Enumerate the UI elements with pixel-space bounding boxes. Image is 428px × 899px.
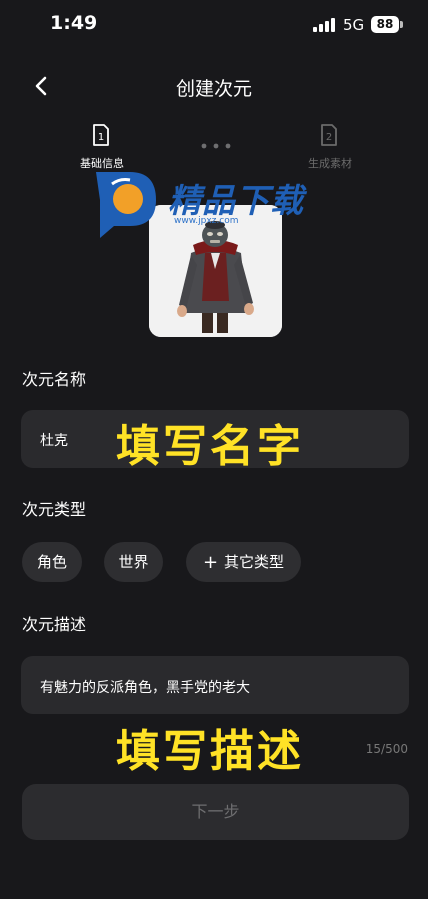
status-time: 1:49 — [50, 12, 98, 34]
type-chip-world[interactable]: 世界 — [104, 542, 163, 582]
name-section-label: 次元名称 — [22, 370, 87, 389]
type-chip-role[interactable]: 角色 — [22, 542, 82, 582]
step-2-label: 生成素材 — [308, 157, 352, 170]
next-step-button[interactable]: 下一步 — [22, 784, 409, 840]
type-section-label: 次元类型 — [22, 500, 87, 519]
description-char-counter: 15/500 — [365, 742, 408, 756]
page-title: 创建次元 — [175, 78, 252, 100]
network-type: 5G — [343, 16, 365, 34]
signal-icon — [313, 18, 335, 32]
name-input-value: 杜克 — [40, 433, 68, 449]
plus-icon: + — [202, 552, 219, 573]
step-1-document-icon: 1 — [93, 124, 109, 146]
step-1-number: 1 — [98, 132, 104, 143]
watermark-logo — [96, 172, 156, 238]
battery-cap — [400, 21, 403, 28]
name-annotation-overlay: 填写名字 — [116, 421, 304, 472]
description-input-value: 有魅力的反派角色，黑手党的老大 — [40, 680, 250, 696]
type-chip-other[interactable]: + 其它类型 — [186, 542, 301, 582]
back-arrow-icon[interactable] — [30, 74, 54, 98]
watermark-text: 精品下载 — [168, 181, 304, 220]
step-2-document-icon: 2 — [321, 124, 337, 146]
type-chip-other-label: 其它类型 — [224, 553, 285, 571]
description-section-label: 次元描述 — [22, 615, 87, 634]
watermark-url: www.jpxz.com — [174, 216, 239, 226]
step-2-number: 2 — [326, 132, 332, 143]
step-progress-dots — [201, 143, 231, 149]
battery-icon: 88 — [371, 16, 399, 33]
description-annotation-overlay: 填写描述 — [116, 726, 304, 777]
